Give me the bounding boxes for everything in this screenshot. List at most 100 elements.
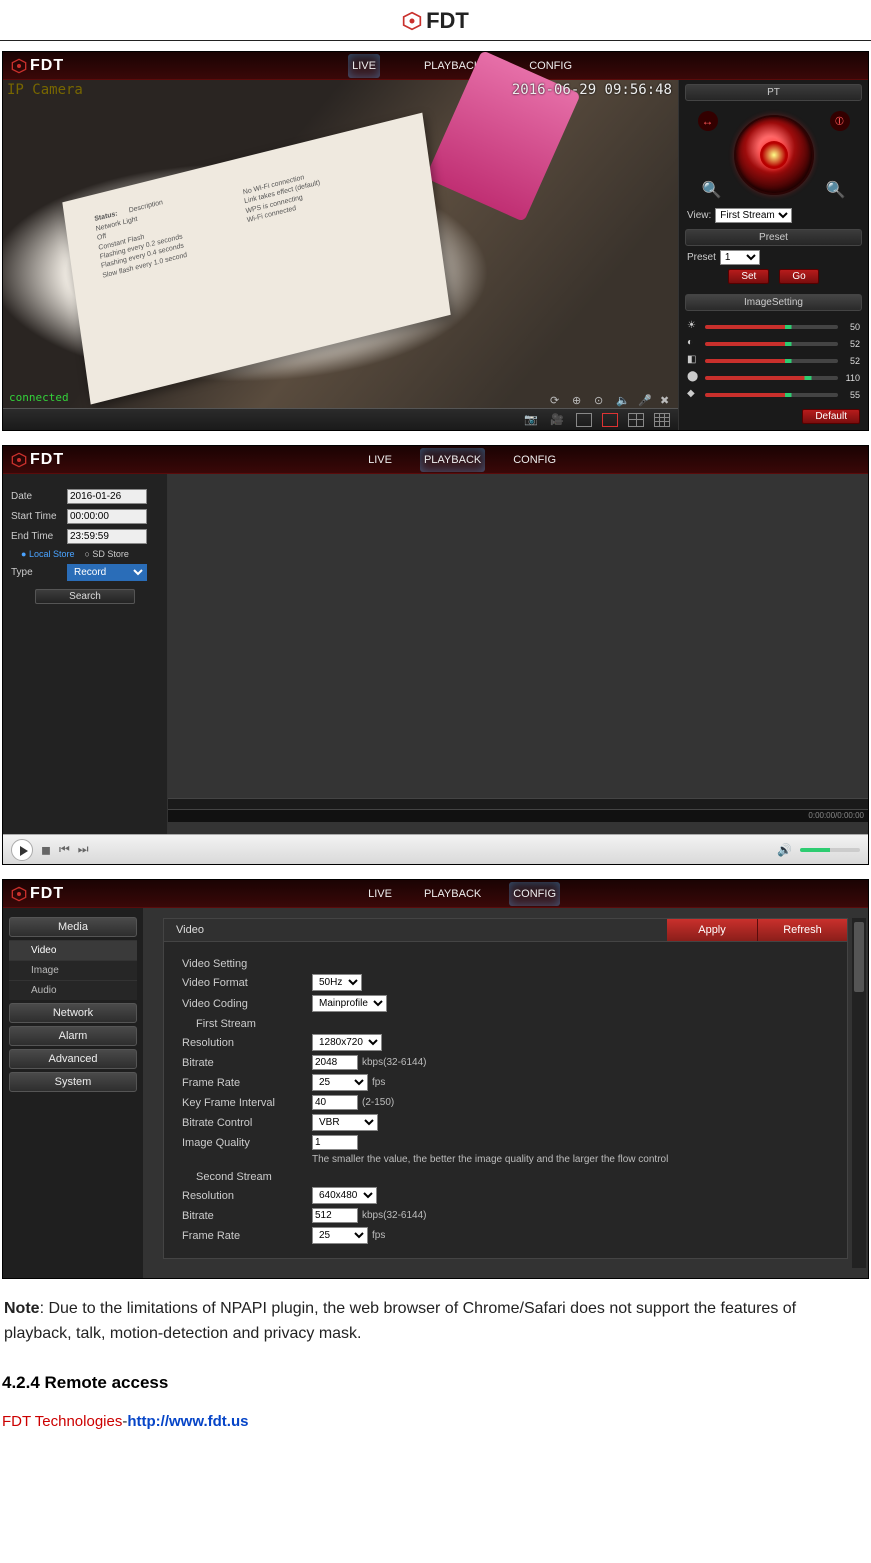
type-select[interactable]: Record (67, 564, 147, 581)
tab-playback[interactable]: PLAYBACK (420, 882, 485, 906)
stop-icon[interactable]: ◼ (41, 843, 51, 857)
layout-2x2[interactable] (628, 413, 644, 427)
bitrate1-input[interactable] (312, 1055, 358, 1070)
tab-live[interactable]: LIVE (364, 882, 396, 906)
layout-1x1-active[interactable] (602, 413, 618, 427)
nav-tabs: LIVE PLAYBACK CONFIG (64, 448, 860, 472)
record-dot-icon[interactable]: ⊙ (594, 394, 608, 408)
zoom-out-icon[interactable]: 🔍 (826, 180, 846, 200)
layout-1x1-blank[interactable] (576, 413, 592, 427)
step-fwd-icon[interactable]: ⏭ (78, 842, 89, 857)
nav-cat-media[interactable]: Media (9, 917, 137, 937)
section-heading: 4.2.4 Remote access (2, 1373, 869, 1393)
volume-icon[interactable]: 🔊 (777, 843, 792, 857)
speaker-icon[interactable]: 🔈 (616, 394, 630, 408)
target-icon[interactable]: ⊕ (572, 394, 586, 408)
footer-url[interactable]: http://www.fdt.us (127, 1413, 248, 1430)
image-default-button[interactable]: Default (802, 409, 860, 424)
zoom-in-icon[interactable]: 🔍 (702, 180, 722, 200)
sharpness-slider[interactable] (705, 393, 838, 397)
saturation-slider[interactable] (705, 376, 838, 380)
playback-video-area[interactable]: 0:00:00/0:00:00 (168, 474, 868, 834)
volume-slider[interactable] (800, 848, 860, 852)
nav-cat-advanced[interactable]: Advanced (9, 1049, 137, 1069)
tab-live[interactable]: LIVE (364, 448, 396, 472)
brightness-value: 50 (842, 322, 860, 332)
playback-time-readout: 0:00:00/0:00:00 (168, 810, 868, 822)
snapshot-icon[interactable]: 📷 (524, 413, 540, 427)
end-time-input[interactable] (67, 529, 147, 544)
fdt-logo-text: FDT (426, 8, 469, 34)
brc-select[interactable]: VBR (312, 1114, 378, 1131)
nav-cat-system[interactable]: System (9, 1072, 137, 1092)
overlay-timestamp: 2016-06-29 09:56:48 (512, 82, 672, 98)
kfi-label: Key Frame Interval (182, 1097, 312, 1109)
nav-cat-network[interactable]: Network (9, 1003, 137, 1023)
doc-header: FDT (0, 0, 871, 41)
hue-value: 52 (842, 356, 860, 366)
preset-select[interactable]: 1 (720, 250, 760, 265)
res2-label: Resolution (182, 1190, 312, 1202)
ptz-center-button[interactable] (760, 141, 788, 169)
tools-icon[interactable]: ✖ (660, 394, 674, 408)
res1-select[interactable]: 1280x720 (312, 1034, 382, 1051)
brightness-slider[interactable] (705, 325, 838, 329)
fr1-select[interactable]: 25 (312, 1074, 368, 1091)
kfi-input[interactable] (312, 1095, 358, 1110)
brand-text: FDT (30, 885, 64, 903)
topbar: FDT LIVE PLAYBACK CONFIG (3, 446, 868, 474)
res2-select[interactable]: 640x480 (312, 1187, 377, 1204)
pan-left-stop-icon[interactable]: ↔ (698, 111, 718, 131)
tab-live[interactable]: LIVE (348, 54, 380, 78)
bitrate2-input[interactable] (312, 1208, 358, 1223)
contrast-slider[interactable] (705, 342, 838, 346)
config-scrollbar[interactable] (852, 918, 866, 1268)
fr2-select[interactable]: 25 (312, 1227, 368, 1244)
date-label: Date (11, 491, 61, 502)
preset-go-button[interactable]: Go (779, 269, 818, 284)
brand-icon (11, 886, 27, 902)
end-time-label: End Time (11, 531, 61, 542)
bitrate1-hint: kbps(32-6144) (362, 1057, 426, 1068)
preset-label: Preset (687, 252, 716, 263)
play-button[interactable] (11, 839, 33, 861)
fr1-label: Frame Rate (182, 1077, 312, 1089)
nav-cat-alarm[interactable]: Alarm (9, 1026, 137, 1046)
pan-right-stop-icon[interactable]: ⦶ (830, 111, 850, 131)
topbar: FDT LIVE PLAYBACK CONFIG (3, 880, 868, 908)
mic-icon[interactable]: 🎤 (638, 394, 652, 408)
kfi-hint: (2-150) (362, 1097, 394, 1108)
start-time-input[interactable] (67, 509, 147, 524)
layout-3x3[interactable] (654, 413, 670, 427)
record-icon[interactable]: 🎥 (550, 413, 566, 427)
playback-scrollbar[interactable] (168, 798, 868, 810)
video-format-select[interactable]: 50Hz (312, 974, 362, 991)
saturation-value: 110 (842, 373, 860, 383)
tab-config[interactable]: CONFIG (509, 448, 560, 472)
topbar: FDT LIVE PLAYBACK CONFIG (3, 52, 868, 80)
sd-store-radio[interactable]: ○ SD Store (84, 549, 128, 559)
nav-sub-audio[interactable]: Audio (9, 980, 137, 1000)
iq-input[interactable] (312, 1135, 358, 1150)
search-button[interactable]: Search (35, 589, 135, 604)
nav-sub-video[interactable]: Video (9, 940, 137, 960)
brand-icon (11, 452, 27, 468)
config-scrollbar-thumb[interactable] (854, 922, 864, 992)
apply-button[interactable]: Apply (667, 919, 757, 941)
live-video-pane[interactable]: Status: Description Network Light Off Co… (3, 80, 678, 430)
tab-config[interactable]: CONFIG (509, 882, 560, 906)
local-store-radio[interactable]: ● Local Store (21, 549, 74, 559)
preset-set-button[interactable]: Set (728, 269, 769, 284)
hue-slider[interactable] (705, 359, 838, 363)
repeat-icon[interactable]: ⟳ (550, 394, 564, 408)
date-input[interactable] (67, 489, 147, 504)
refresh-button[interactable]: Refresh (757, 919, 847, 941)
view-select[interactable]: First Stream (715, 208, 792, 223)
bitrate1-label: Bitrate (182, 1057, 312, 1069)
view-label: View: (687, 210, 711, 221)
contrast-icon: ◐ (687, 337, 701, 351)
step-back-icon[interactable]: ⏮ (59, 842, 70, 857)
tab-playback[interactable]: PLAYBACK (420, 448, 485, 472)
nav-sub-image[interactable]: Image (9, 960, 137, 980)
video-coding-select[interactable]: Mainprofile (312, 995, 387, 1012)
